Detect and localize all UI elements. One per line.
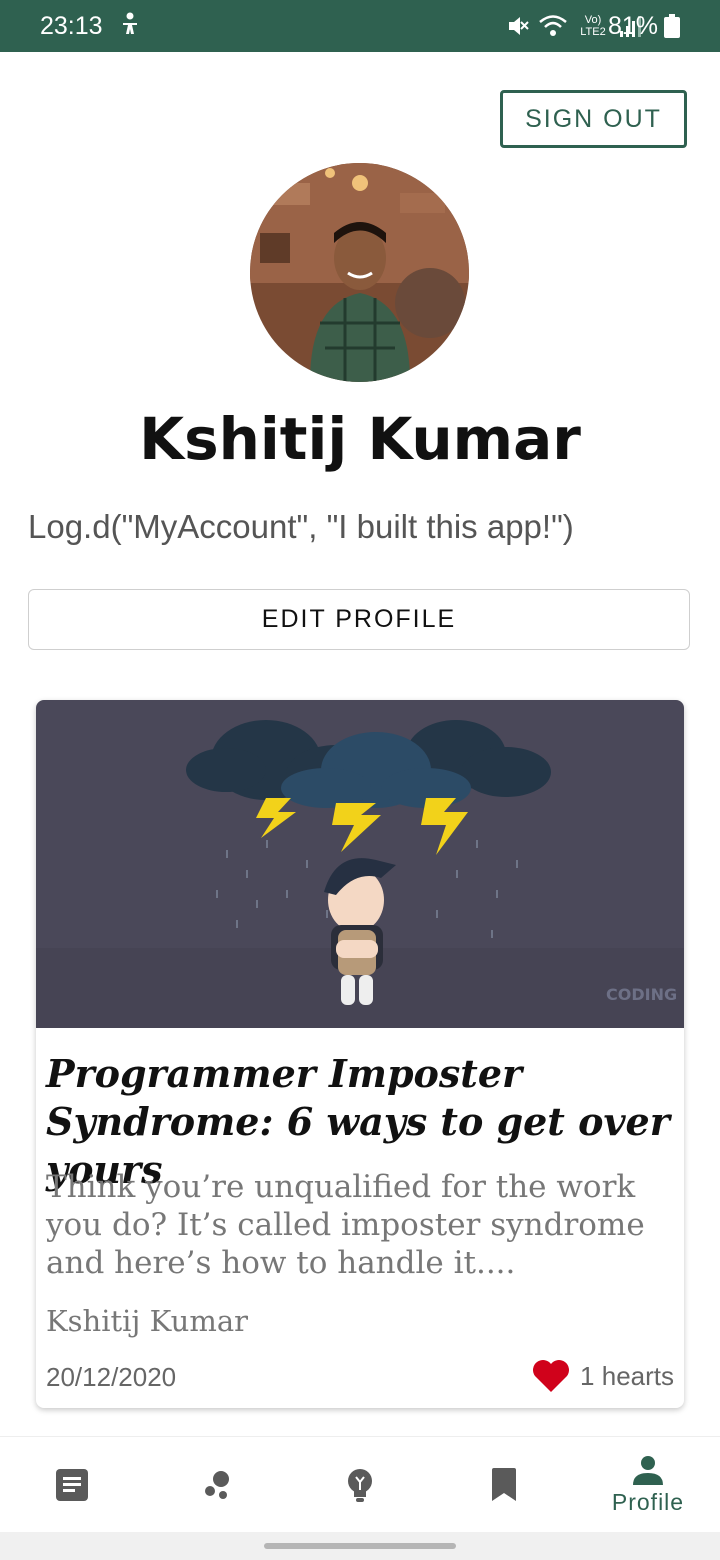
nav-item-bookmarks[interactable] <box>432 1437 576 1533</box>
lightbulb-icon <box>348 1469 372 1502</box>
mute-icon <box>509 17 529 35</box>
post-cover-image: CODING DOJO <box>36 700 684 1028</box>
gesture-bar <box>0 1532 720 1560</box>
cover-watermark: CODING DOJO <box>606 985 684 1004</box>
edit-profile-button[interactable]: EDIT PROFILE <box>28 589 690 650</box>
nav-item-articles[interactable] <box>0 1437 144 1533</box>
bubbles-icon <box>205 1471 229 1499</box>
post-author: Kshitij Kumar <box>46 1304 248 1338</box>
post-card[interactable]: CODING DOJO Programmer Imposter Syndrome… <box>36 700 684 1408</box>
sign-out-button[interactable]: SIGN OUT <box>500 90 687 148</box>
battery-icon <box>664 14 680 38</box>
hearts-group[interactable]: 1 hearts <box>532 1359 674 1393</box>
profile-bio: Log.d("MyAccount", "I built this app!") <box>28 508 574 545</box>
person-icon <box>633 1455 663 1485</box>
home-indicator[interactable] <box>264 1543 456 1549</box>
hearts-count: 1 hearts <box>580 1360 674 1391</box>
nav-label-profile: Profile <box>611 1488 685 1515</box>
status-bar: 23:13 Vo) LTE2 81% <box>0 0 720 52</box>
post-date: 20/12/2020 <box>46 1362 177 1392</box>
post-excerpt: Think you’re unqualified for the work yo… <box>46 1169 645 1281</box>
article-icon <box>56 1469 88 1501</box>
network-label: Vo) LTE2 <box>580 14 606 38</box>
bottom-nav: Profile <box>0 1436 720 1533</box>
status-time: 23:13 <box>40 12 103 40</box>
profile-name: Kshitij Kumar <box>139 405 581 473</box>
nav-item-ideas[interactable] <box>288 1437 432 1533</box>
battery-percent: 81% <box>607 12 658 40</box>
nav-item-profile[interactable]: Profile <box>576 1437 720 1533</box>
bookmark-icon <box>492 1468 516 1501</box>
wifi-icon <box>539 15 567 36</box>
accessibility-icon <box>123 12 137 34</box>
heart-icon[interactable] <box>532 1359 570 1393</box>
nav-item-community[interactable] <box>144 1437 288 1533</box>
avatar <box>250 163 469 382</box>
